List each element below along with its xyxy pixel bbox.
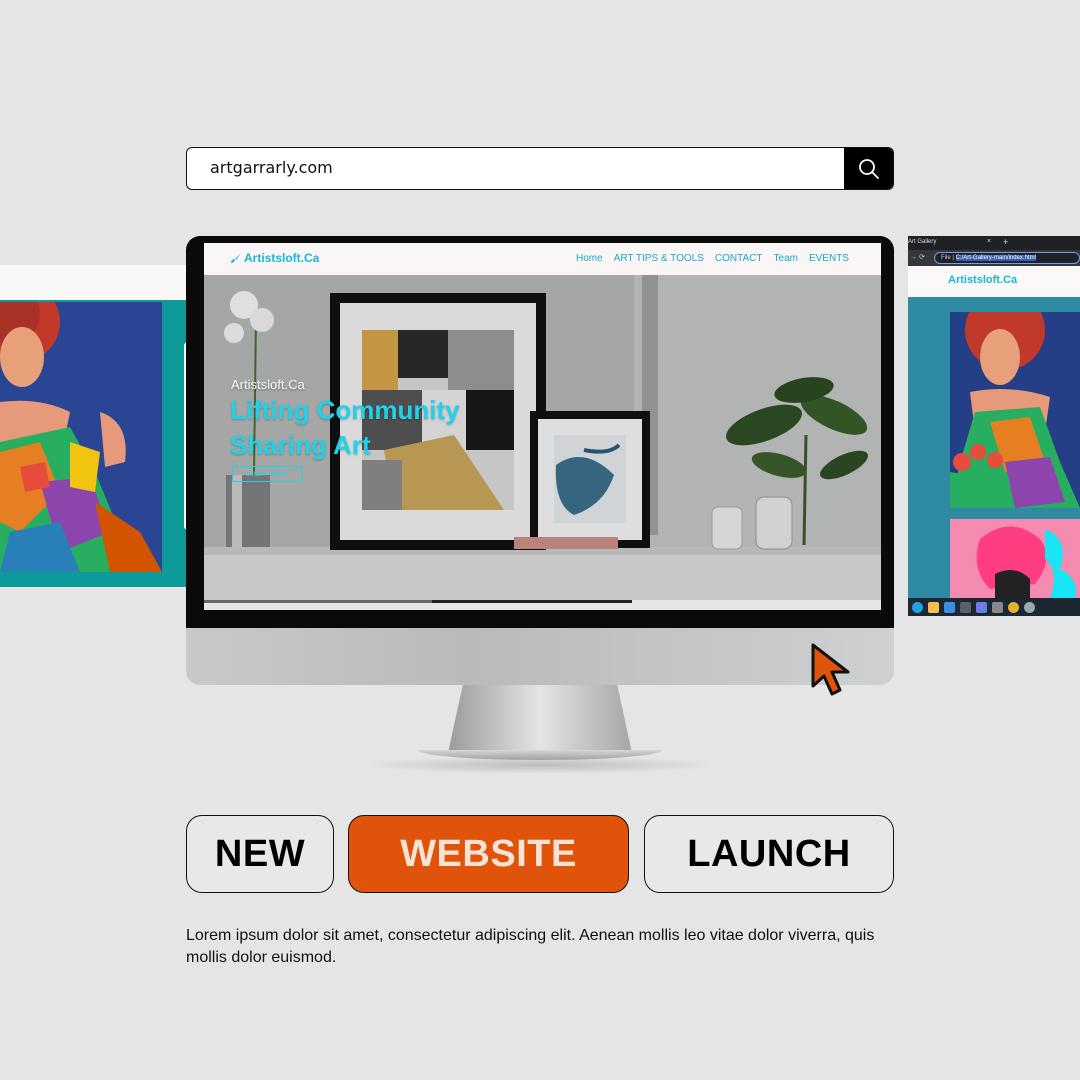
painting-image <box>0 302 162 572</box>
site-logo-text: Artistsloft.Ca <box>244 251 320 265</box>
file-label: File <box>941 255 951 261</box>
browser-address-bar: → ⟳ File | C:/Art-Gallery-main/index.htm… <box>908 250 1080 266</box>
close-icon[interactable]: × <box>987 238 991 245</box>
monitor-screen: Artistsloft.Ca Home ART TIPS & TOOLS CON… <box>204 243 881 610</box>
learn-more-button[interactable]: Learn More <box>232 466 302 482</box>
url-search-bar[interactable]: artgarrarly.com <box>186 147 894 190</box>
website-button[interactable]: WEBSITE <box>348 815 629 893</box>
edge-icon[interactable] <box>912 601 923 613</box>
os-taskbar <box>908 598 1080 616</box>
mail-icon[interactable] <box>944 601 955 613</box>
paintbrush-icon <box>231 253 241 263</box>
site-navbar: Artistsloft.Ca Home ART TIPS & TOOLS CON… <box>204 243 881 275</box>
mouse-cursor-icon <box>811 643 850 696</box>
browser-tab-title[interactable]: Art Gallery <box>908 239 936 245</box>
nav-contact[interactable]: CONTACT <box>715 253 763 264</box>
search-icon <box>858 158 879 179</box>
browser-window-preview: Art Gallery × + → ⟳ File | C:/Art-Galler… <box>908 236 1080 616</box>
monitor-chin <box>186 628 894 685</box>
address-value: C:/Art-Gallery-main/index.html <box>955 255 1036 261</box>
chrome-icon[interactable] <box>1008 601 1019 613</box>
nav-home[interactable]: Home <box>576 253 603 264</box>
nav-art-tips[interactable]: ART TIPS & TOOLS <box>614 253 704 264</box>
search-button[interactable] <box>844 148 893 189</box>
new-tab-icon[interactable]: + <box>1003 237 1008 247</box>
reload-icon[interactable]: → ⟳ <box>910 253 925 261</box>
scrollbar-thumb[interactable] <box>204 600 469 603</box>
video-progress-bar <box>432 600 632 603</box>
browser-tab-bar: Art Gallery × + <box>908 236 1080 250</box>
hero-subtitle: Artistsloft.Ca <box>231 377 305 392</box>
monitor-stand-neck <box>448 685 632 753</box>
launch-button[interactable]: LAUNCH <box>644 815 894 893</box>
artwork-thumbnail[interactable] <box>950 312 1080 508</box>
nav-events[interactable]: EVENTS <box>809 253 849 264</box>
site-nav-links: Home ART TIPS & TOOLS CONTACT Team EVENT… <box>576 253 849 264</box>
address-input[interactable]: File | C:/Art-Gallery-main/index.html <box>934 252 1080 264</box>
photos-icon[interactable] <box>992 601 1003 613</box>
screen-scrollbar[interactable] <box>204 600 881 610</box>
site-logo[interactable]: Artistsloft.Ca <box>230 251 319 265</box>
store-icon[interactable] <box>976 601 987 613</box>
left-site-preview <box>0 265 215 587</box>
hero-title: Lifting Community Sharing Art <box>230 395 460 460</box>
side-site-header: Artistsloft.Ca <box>908 266 1080 297</box>
app-icon[interactable] <box>960 601 971 613</box>
artwork-thumbnail-2[interactable] <box>950 519 1080 599</box>
folder-icon[interactable] <box>928 601 939 613</box>
search-input[interactable]: artgarrarly.com <box>210 148 333 188</box>
new-button[interactable]: NEW <box>186 815 334 893</box>
nav-team[interactable]: Team <box>774 253 798 264</box>
hero-section: Artistsloft.Ca Lifting Community Sharing… <box>204 275 881 600</box>
settings-icon[interactable] <box>1024 601 1035 613</box>
caption-text: Lorem ipsum dolor sit amet, consectetur … <box>186 927 875 966</box>
side-site-logo[interactable]: Artistsloft.Ca <box>948 274 1017 286</box>
